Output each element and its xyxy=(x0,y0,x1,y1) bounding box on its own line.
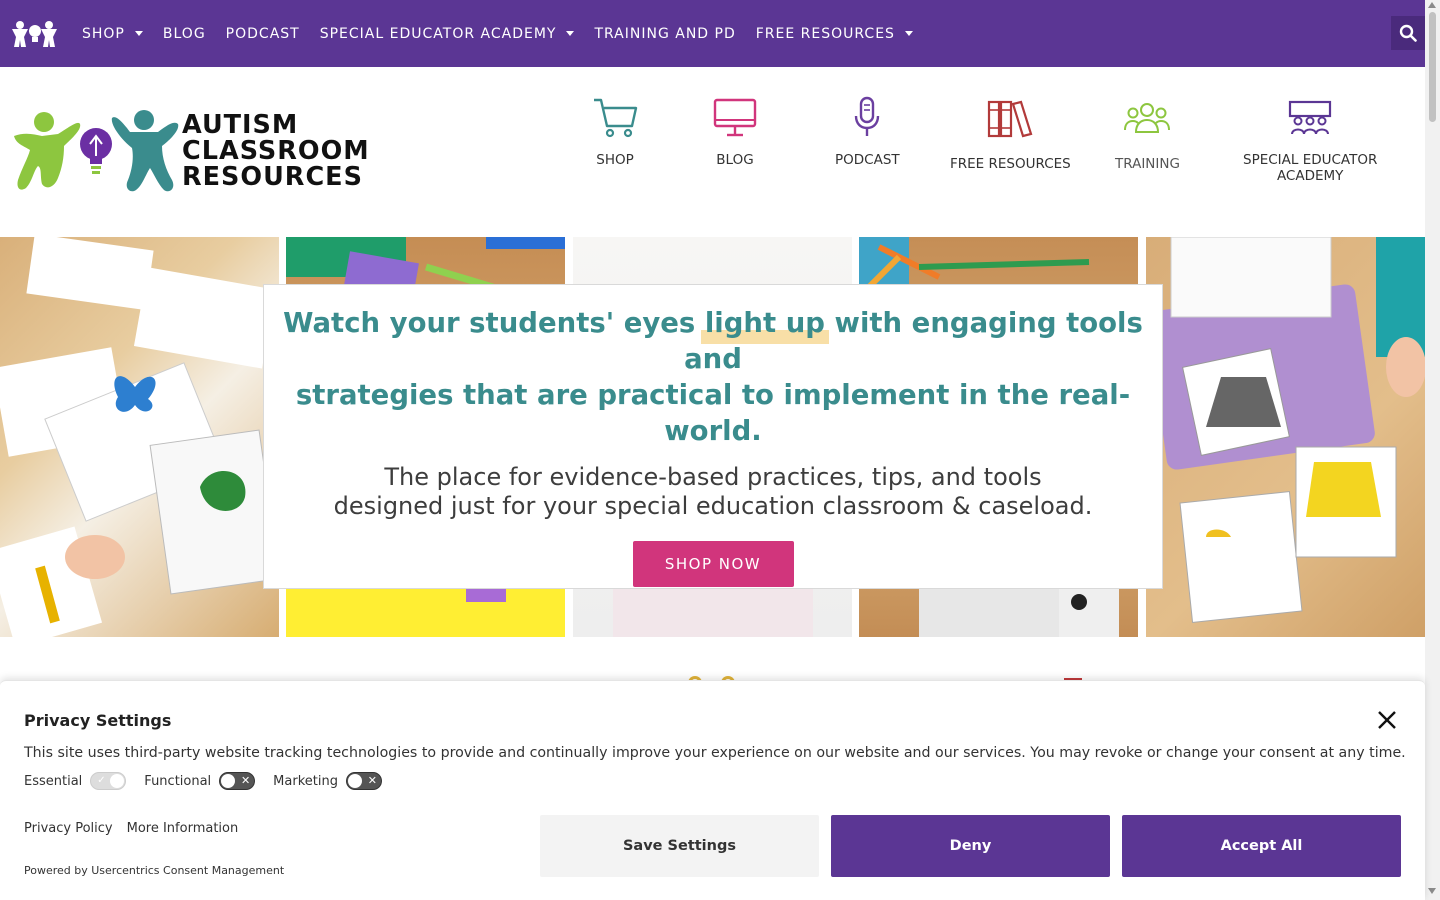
accept-all-button[interactable]: Accept All xyxy=(1122,815,1401,877)
nav-shop-label: SHOP xyxy=(82,25,125,42)
privacy-description: This site uses third-party website track… xyxy=(24,745,1406,761)
icon-nav-training-label: TRAINING xyxy=(1115,156,1180,172)
icon-nav-free-resources-label: FREE RESOURCES xyxy=(950,156,1071,172)
consent-toggles: Essential ✓ Functional ✕ Marketing ✕ xyxy=(24,772,400,790)
switch-knob xyxy=(110,774,125,788)
hero-sub-line2: designed just for your special education… xyxy=(333,492,1093,520)
nav-podcast[interactable]: PODCAST xyxy=(226,26,300,42)
deny-button[interactable]: Deny xyxy=(831,815,1110,877)
more-information-link[interactable]: More Information xyxy=(127,821,239,836)
scroll-up-arrow-icon[interactable] xyxy=(1428,2,1436,8)
icon-navigation: SHOP BLOG PODCAST FREE RESOURCES TRAININ… xyxy=(0,96,1425,196)
x-icon: ✕ xyxy=(367,774,377,787)
classroom-icon xyxy=(1289,100,1332,135)
powered-by-text[interactable]: Powered by Usercentrics Consent Manageme… xyxy=(24,864,284,877)
scrollbar-thumb[interactable] xyxy=(1429,12,1436,122)
group-people-icon xyxy=(1124,103,1171,133)
site-logo-icon[interactable] xyxy=(10,18,62,50)
x-icon: ✕ xyxy=(240,774,251,787)
icon-nav-blog[interactable]: BLOG xyxy=(713,98,757,168)
marketing-switch[interactable]: ✕ xyxy=(345,772,382,790)
nav-special-educator-academy[interactable]: SPECIAL EDUCATOR ACADEMY xyxy=(320,26,575,42)
nav-blog[interactable]: BLOG xyxy=(163,26,206,42)
hero-highlight-text: light up xyxy=(704,307,825,339)
toggle-marketing-label: Marketing xyxy=(273,773,338,789)
hero-subheadline: The place for evidence-based practices, … xyxy=(264,463,1162,521)
top-navigation-bar: SHOP BLOG PODCAST SPECIAL EDUCATOR ACADE… xyxy=(0,0,1425,67)
hero-headline-highlight: light up xyxy=(700,305,830,344)
toggle-functional: Functional ✕ xyxy=(144,772,256,790)
nav-podcast-label: PODCAST xyxy=(225,25,300,42)
icon-nav-blog-label: BLOG xyxy=(716,152,754,168)
nav-academy-label: SPECIAL EDUCATOR ACADEMY xyxy=(319,25,557,42)
nav-free-resources[interactable]: FREE RESOURCES xyxy=(756,26,913,42)
icon-nav-podcast-label: PODCAST xyxy=(835,152,900,168)
toggle-functional-label: Functional xyxy=(144,773,212,789)
hero-sub-line1: The place for evidence-based practices, … xyxy=(384,463,1042,491)
hero-headline: Watch your students' eyes light up with … xyxy=(264,305,1162,449)
icon-nav-special-educator-academy[interactable]: SPECIAL EDUCATOR ACADEMY xyxy=(1243,100,1377,184)
toggle-marketing: Marketing ✕ xyxy=(273,772,382,790)
chevron-down-icon xyxy=(566,31,575,36)
academy-label-line1: SPECIAL EDUCATOR xyxy=(1243,152,1378,168)
hero-photo-clothing-sort xyxy=(1146,237,1425,637)
toggle-essential-label: Essential xyxy=(24,773,83,789)
nav-blog-label: BLOG xyxy=(162,25,206,42)
shopping-cart-icon xyxy=(594,98,638,138)
hero-headline-part1: Watch your students' eyes xyxy=(283,307,705,339)
close-icon xyxy=(1378,711,1396,729)
check-icon: ✓ xyxy=(97,775,106,786)
nav-training-label: TRAINING AND PD xyxy=(594,25,736,42)
privacy-links: Privacy Policy More Information xyxy=(24,821,252,836)
privacy-settings-banner: Privacy Settings This site uses third-pa… xyxy=(0,680,1425,900)
icon-nav-shop-label: SHOP xyxy=(596,152,634,168)
switch-knob xyxy=(221,774,236,788)
books-icon xyxy=(988,100,1033,138)
hero-photo-butterfly-cards xyxy=(0,237,281,637)
search-button[interactable] xyxy=(1391,16,1425,50)
functional-switch[interactable]: ✕ xyxy=(219,772,256,790)
icon-nav-shop[interactable]: SHOP xyxy=(592,96,638,168)
shop-now-button[interactable]: SHOP NOW xyxy=(632,541,794,587)
microphone-icon xyxy=(855,96,880,136)
hero-headline-line2: strategies that are practical to impleme… xyxy=(295,379,1131,447)
nav-shop[interactable]: SHOP xyxy=(82,26,143,42)
academy-label-line2: ACADEMY xyxy=(1276,168,1344,184)
close-button[interactable] xyxy=(1376,709,1398,731)
privacy-title: Privacy Settings xyxy=(24,711,172,730)
icon-nav-academy-label: SPECIAL EDUCATOR ACADEMY xyxy=(1243,152,1377,184)
chevron-down-icon xyxy=(904,31,913,36)
toggle-essential: Essential ✓ xyxy=(24,772,127,790)
privacy-policy-link[interactable]: Privacy Policy xyxy=(24,821,113,836)
nav-training-and-pd[interactable]: TRAINING AND PD xyxy=(594,26,735,42)
hero-card: Watch your students' eyes light up with … xyxy=(263,284,1163,589)
essential-switch: ✓ xyxy=(90,772,127,790)
scroll-down-arrow-icon[interactable] xyxy=(1428,888,1436,894)
monitor-icon xyxy=(713,98,757,137)
page-scrollbar[interactable] xyxy=(1425,0,1440,900)
icon-nav-podcast[interactable]: PODCAST xyxy=(835,96,900,168)
save-settings-button[interactable]: Save Settings xyxy=(540,815,819,877)
icon-nav-training[interactable]: TRAINING xyxy=(1115,100,1180,172)
search-icon xyxy=(1399,24,1417,42)
chevron-down-icon xyxy=(134,31,143,36)
nav-free-resources-label: FREE RESOURCES xyxy=(755,25,895,42)
switch-knob xyxy=(347,774,362,788)
icon-nav-free-resources[interactable]: FREE RESOURCES xyxy=(950,98,1071,172)
